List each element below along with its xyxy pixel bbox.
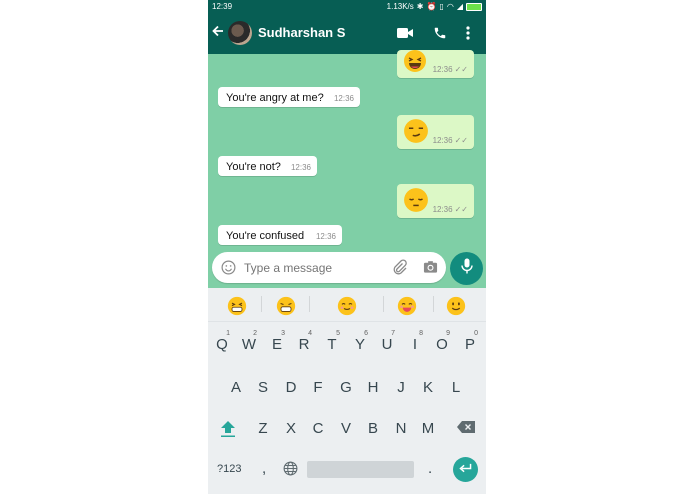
- status-icons: 1.13K/s ✱ ⏰ ▯ ◠ ◢: [387, 0, 482, 13]
- space-key[interactable]: [307, 461, 414, 478]
- key-a[interactable]: A: [224, 369, 248, 405]
- more-vert-icon[interactable]: [466, 23, 470, 43]
- key-h[interactable]: H: [361, 369, 385, 405]
- key-t[interactable]: 5T: [320, 326, 344, 362]
- grinning-squinting-laughing-emoji-icon[interactable]: [276, 296, 296, 321]
- key-z[interactable]: Z: [251, 410, 275, 446]
- message-incoming[interactable]: You're confused 12:36: [218, 225, 342, 245]
- key-r[interactable]: 4R: [292, 326, 316, 362]
- key-m[interactable]: M: [416, 410, 440, 446]
- message-time: 12:36 ✓✓: [432, 136, 468, 145]
- key-c[interactable]: C: [306, 410, 330, 446]
- message-text: You're not?: [226, 161, 281, 173]
- read-ticks-icon: ✓✓: [454, 136, 468, 145]
- signal-icon: ◢: [456, 2, 463, 11]
- message-input[interactable]: [242, 260, 386, 276]
- avatar[interactable]: [228, 21, 252, 45]
- message-time: 12:36: [315, 232, 336, 241]
- video-call-icon[interactable]: [397, 23, 413, 43]
- key-u[interactable]: 7U: [375, 326, 399, 362]
- key-g[interactable]: G: [334, 369, 358, 405]
- message-time: 12:36: [290, 163, 311, 172]
- divider: [261, 296, 262, 312]
- key-s[interactable]: S: [251, 369, 275, 405]
- comma-key[interactable]: ,: [262, 460, 266, 477]
- message-outgoing[interactable]: 12:36 ✓✓: [397, 184, 474, 218]
- smiling-closed-eyes-emoji-icon[interactable]: [337, 296, 357, 321]
- key-v[interactable]: V: [334, 410, 358, 446]
- contact-name[interactable]: Sudharshan S: [258, 25, 345, 40]
- message-outgoing[interactable]: 12:36 ✓✓: [397, 50, 474, 78]
- emoji-icon[interactable]: [221, 260, 236, 280]
- shift-icon: [215, 420, 241, 443]
- chat-header: Sudharshan S: [208, 13, 486, 54]
- message-composer: [212, 252, 446, 283]
- key-f[interactable]: F: [306, 369, 330, 405]
- mic-icon: [460, 258, 473, 279]
- emoji-suggestion-bar: [208, 288, 486, 322]
- read-ticks-icon: ✓✓: [454, 205, 468, 214]
- smirking-emoji-icon: [403, 118, 429, 147]
- enter-icon: [459, 461, 472, 479]
- message-incoming[interactable]: You're angry at me? 12:36: [218, 87, 360, 107]
- divider: [383, 296, 384, 312]
- key-x[interactable]: X: [279, 410, 303, 446]
- smiling-emoji-icon[interactable]: [446, 296, 466, 321]
- attach-icon[interactable]: [392, 259, 408, 280]
- status-time: 12:39: [212, 2, 233, 11]
- key-p[interactable]: 0P: [458, 326, 482, 362]
- message-time: 12:36 ✓✓: [432, 205, 468, 214]
- phone-icon[interactable]: [433, 23, 447, 43]
- alarm-icon: ⏰: [426, 2, 437, 11]
- message-text: You're angry at me?: [226, 92, 324, 104]
- key-b[interactable]: B: [361, 410, 385, 446]
- key-l[interactable]: L: [444, 369, 468, 405]
- symbols-key[interactable]: ?123: [217, 463, 241, 475]
- divider: [309, 296, 310, 312]
- key-y[interactable]: 6Y: [348, 326, 372, 362]
- heart-eyes-blush-emoji-icon[interactable]: [397, 296, 417, 321]
- enter-key[interactable]: [453, 457, 478, 482]
- key-j[interactable]: J: [389, 369, 413, 405]
- key-d[interactable]: D: [279, 369, 303, 405]
- key-q[interactable]: 1Q: [210, 326, 234, 362]
- network-speed: 1.13K/s: [386, 2, 414, 11]
- key-n[interactable]: N: [389, 410, 413, 446]
- message-incoming[interactable]: You're not? 12:36: [218, 156, 317, 176]
- key-i[interactable]: 8I: [403, 326, 427, 362]
- read-ticks-icon: ✓✓: [454, 65, 468, 74]
- key-e[interactable]: 3E: [265, 326, 289, 362]
- backspace-icon: [453, 420, 479, 438]
- key-k[interactable]: K: [416, 369, 440, 405]
- message-text: You're confused: [226, 230, 305, 242]
- grinning-squinting-emoji-icon[interactable]: [227, 296, 247, 321]
- divider: [433, 296, 434, 312]
- chat-area[interactable]: 12:36 ✓✓ You're angry at me? 12:36 12:36 ✓…: [208, 50, 486, 252]
- period-key[interactable]: .: [428, 460, 432, 477]
- camera-icon[interactable]: [423, 260, 438, 279]
- vibrate-icon: ▯: [439, 2, 444, 11]
- key-w[interactable]: 2W: [237, 326, 261, 362]
- laughing-emoji-icon: [403, 49, 427, 76]
- message-outgoing[interactable]: 12:36 ✓✓: [397, 115, 474, 149]
- back-arrow-icon[interactable]: [212, 24, 224, 42]
- backspace-key[interactable]: [453, 410, 479, 446]
- mic-button[interactable]: [450, 252, 483, 285]
- globe-icon[interactable]: [283, 461, 298, 479]
- status-bar: 12:39 1.13K/s ✱ ⏰ ▯ ◠ ◢: [208, 0, 486, 13]
- wifi-icon: ◠: [446, 2, 454, 11]
- keyboard: 1Q 2W 3E 4R 5T 6Y 7U 8I 9O 0P A S D F G …: [208, 288, 486, 494]
- shift-key[interactable]: [215, 410, 241, 446]
- message-time: 12:36: [333, 94, 354, 103]
- message-time: 12:36 ✓✓: [432, 65, 468, 74]
- battery-icon: [466, 2, 482, 11]
- phone-screen: 12:39 1.13K/s ✱ ⏰ ▯ ◠ ◢ Sudharshan S 12:…: [208, 0, 486, 494]
- pensive-emoji-icon: [403, 187, 429, 216]
- key-o[interactable]: 9O: [430, 326, 454, 362]
- bluetooth-icon: ✱: [416, 2, 424, 11]
